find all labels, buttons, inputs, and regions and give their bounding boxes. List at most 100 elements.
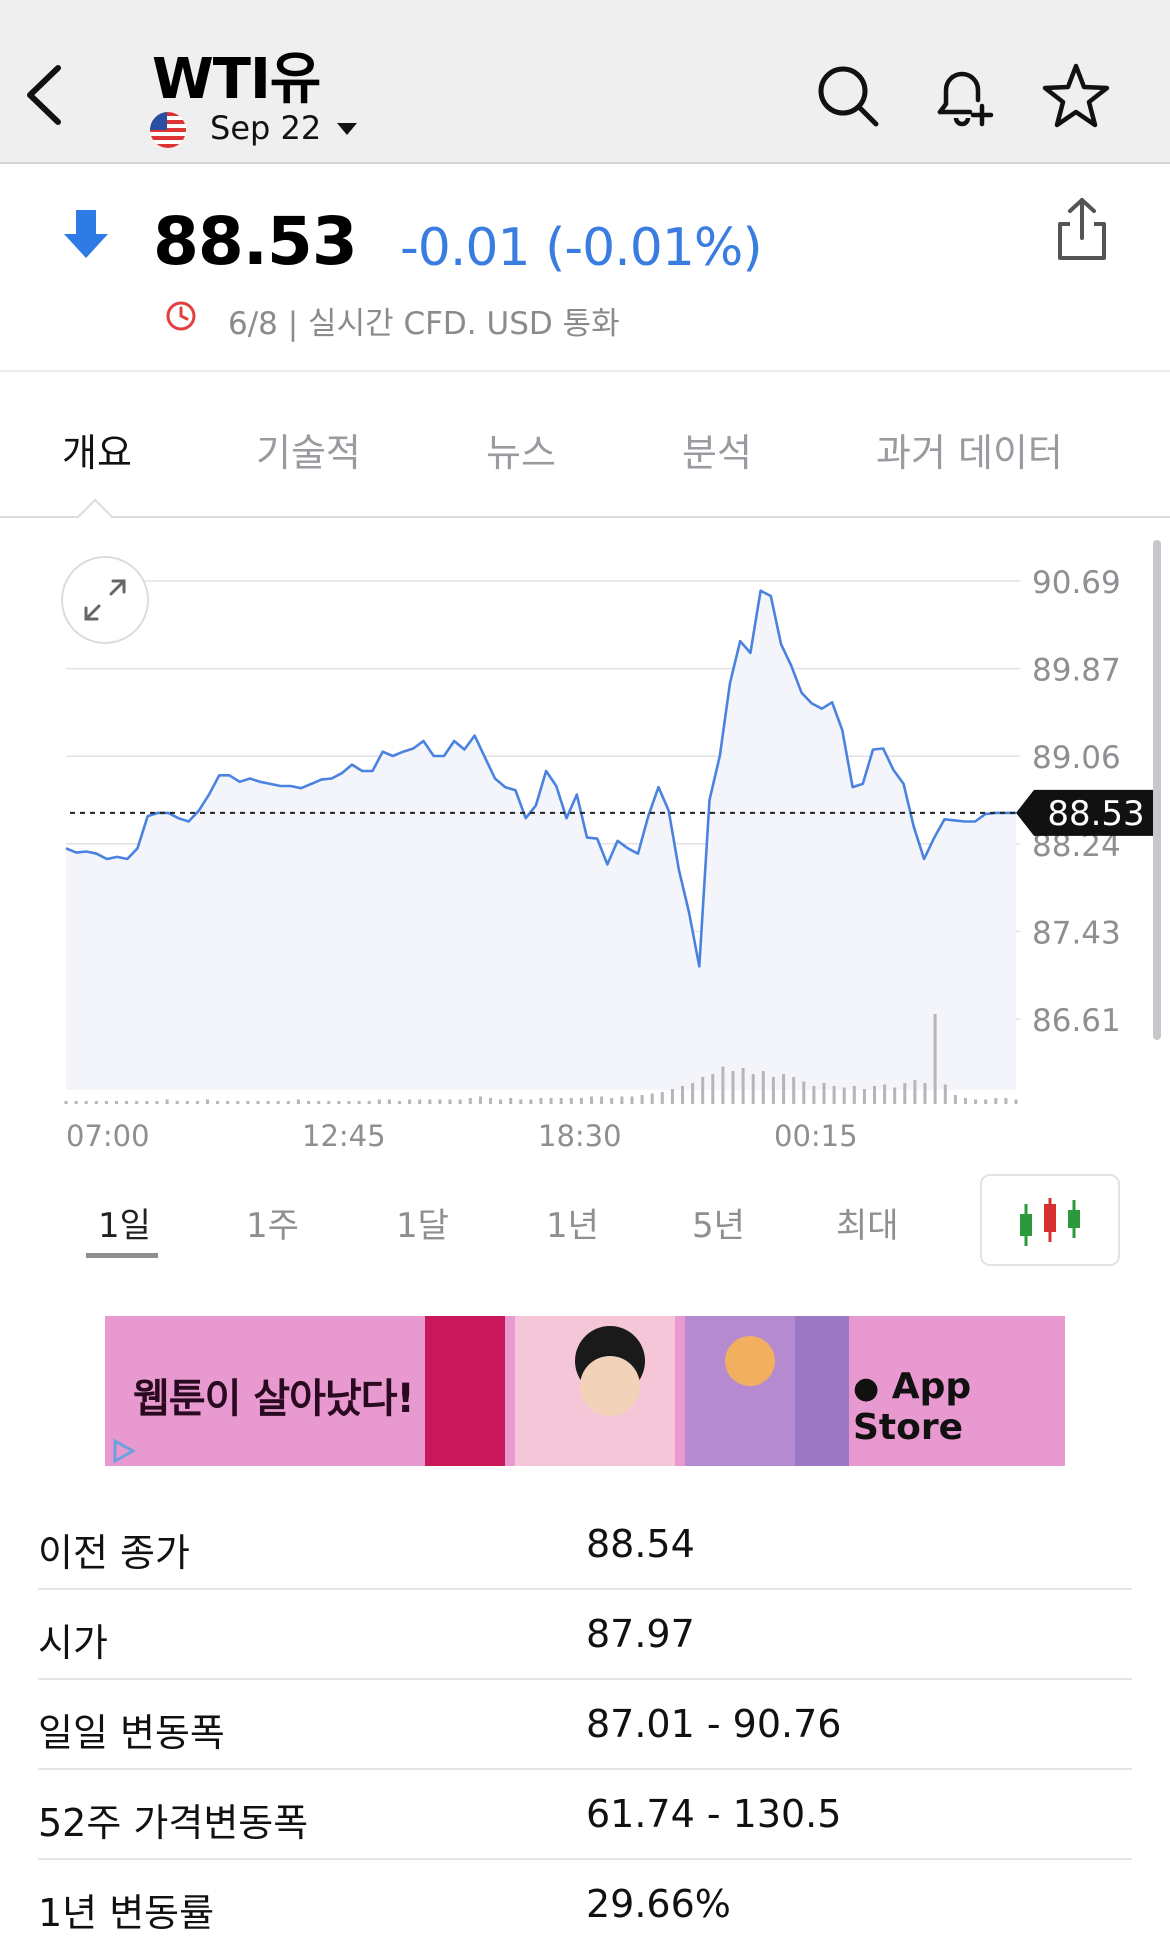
volume-bar xyxy=(478,1096,482,1104)
volume-bar xyxy=(458,1099,462,1104)
current-price-value: 88.53 xyxy=(1047,794,1144,834)
price-chart[interactable]: 90.6989.8789.0688.2487.4386.61 07:00 12:4… xyxy=(0,530,1170,1160)
current-price-label: 88.53 xyxy=(1016,789,1160,836)
x-tick-label: 18:30 xyxy=(538,1119,622,1153)
ad-banner[interactable]: 웹툰이 살아났다! ● App Store xyxy=(105,1316,1065,1466)
volume-bar xyxy=(64,1101,68,1104)
volume-bar xyxy=(812,1086,816,1104)
volume-bar xyxy=(387,1099,391,1104)
stat-row-prev-close: 이전 종가 88.54 xyxy=(38,1500,1132,1590)
volume-bar xyxy=(660,1092,664,1104)
volume-bar xyxy=(610,1098,614,1104)
volume-bar xyxy=(771,1077,775,1104)
scrollbar[interactable] xyxy=(1153,540,1161,1040)
volume-bar xyxy=(327,1101,331,1104)
volume-bar xyxy=(681,1086,684,1104)
range-max[interactable]: 최대 xyxy=(836,1198,899,1247)
y-tick-label: 89.06 xyxy=(1032,740,1121,776)
volume-bar xyxy=(751,1074,755,1104)
volume-bar xyxy=(822,1083,826,1104)
stat-row-1y-change: 1년 변동률 29.66% xyxy=(38,1860,1132,1950)
volume-bar xyxy=(1004,1098,1008,1104)
range-1m[interactable]: 1달 xyxy=(396,1198,449,1247)
y-tick-label: 90.69 xyxy=(1032,565,1121,601)
volume-bar xyxy=(741,1068,745,1104)
volume-bar xyxy=(509,1098,513,1104)
chevron-down-icon[interactable] xyxy=(337,123,357,135)
app-store-label: ● App Store xyxy=(853,1366,972,1448)
volume-bar xyxy=(559,1098,563,1104)
volume-bar xyxy=(337,1101,341,1104)
volume-bar xyxy=(347,1101,351,1104)
x-tick-label: 00:15 xyxy=(774,1119,858,1153)
volume-bar xyxy=(579,1098,583,1104)
stat-label: 1년 변동률 xyxy=(38,1891,215,1935)
apple-icon: ● xyxy=(853,1371,880,1406)
volume-bar xyxy=(84,1101,88,1104)
contract-expiry-selector[interactable]: Sep 22 xyxy=(210,109,321,147)
volume-bar xyxy=(135,1101,139,1104)
bell-plus-icon[interactable] xyxy=(926,60,998,132)
y-tick-label: 89.87 xyxy=(1032,653,1121,689)
volume-bar xyxy=(569,1098,573,1104)
tab-historical-data[interactable]: 과거 데이터 xyxy=(876,422,1063,477)
volume-bar xyxy=(792,1077,796,1104)
volume-bar xyxy=(974,1099,978,1104)
volume-bar xyxy=(448,1099,452,1104)
volume-bar xyxy=(418,1099,422,1104)
expand-chart-button[interactable] xyxy=(61,556,149,644)
candlestick-toggle-button[interactable] xyxy=(980,1174,1120,1266)
volume-bar xyxy=(367,1101,371,1104)
last-price: 88.53 xyxy=(153,203,358,280)
range-1d[interactable]: 1일 xyxy=(98,1198,151,1247)
stat-row-day-range: 일일 변동폭 87.01 - 90.76 xyxy=(38,1680,1132,1770)
price-area xyxy=(66,590,1016,1090)
volume-bar xyxy=(984,1099,988,1104)
stat-value: 61.74 - 130.5 xyxy=(586,1792,842,1836)
volume-bar xyxy=(782,1074,786,1104)
range-1w[interactable]: 1주 xyxy=(246,1198,299,1247)
volume-bar xyxy=(226,1101,230,1104)
volume-bar xyxy=(115,1101,118,1104)
tab-technical[interactable]: 기술적 xyxy=(256,422,361,477)
volume-bar xyxy=(438,1099,442,1104)
stat-label: 일일 변동폭 xyxy=(38,1711,225,1755)
tab-analysis[interactable]: 분석 xyxy=(682,422,752,477)
volume-bar xyxy=(256,1101,260,1104)
volume-bar xyxy=(266,1101,270,1104)
volume-bar xyxy=(398,1101,401,1104)
volume-bar xyxy=(691,1083,695,1104)
volume-bar xyxy=(701,1077,705,1104)
ad-choices-icon[interactable] xyxy=(111,1438,137,1466)
volume-bar xyxy=(357,1101,361,1104)
volume-bar xyxy=(711,1074,715,1104)
volume-bar xyxy=(317,1101,321,1104)
y-tick-label: 87.43 xyxy=(1032,915,1121,951)
range-5y[interactable]: 5년 xyxy=(692,1198,745,1247)
volume-bar xyxy=(933,1014,937,1104)
tabs-divider xyxy=(0,516,1170,518)
volume-bar xyxy=(923,1083,927,1104)
volume-bar xyxy=(883,1084,887,1104)
search-icon[interactable] xyxy=(812,60,884,132)
volume-bar xyxy=(125,1101,129,1104)
volume-bar xyxy=(539,1098,543,1104)
volume-bar xyxy=(519,1099,523,1104)
star-icon[interactable] xyxy=(1040,60,1112,132)
volume-bar xyxy=(640,1095,644,1104)
volume-bar xyxy=(731,1071,735,1104)
volume-bar xyxy=(862,1089,866,1104)
share-icon[interactable] xyxy=(1052,196,1112,264)
volume-bar xyxy=(206,1099,209,1104)
volume-bar xyxy=(630,1096,634,1104)
candlestick-icon xyxy=(1020,1198,1080,1246)
range-1y[interactable]: 1년 xyxy=(546,1198,599,1247)
price-change: -0.01 (-0.01%) xyxy=(400,218,763,278)
tab-overview[interactable]: 개요 xyxy=(62,422,132,477)
volume-bar xyxy=(852,1086,856,1104)
back-chevron-icon[interactable] xyxy=(22,60,72,130)
ad-illustration xyxy=(725,1336,775,1386)
volume-bar xyxy=(104,1101,108,1104)
tab-news[interactable]: 뉴스 xyxy=(486,422,556,477)
ad-headline: 웹툰이 살아났다! xyxy=(133,1376,415,1422)
